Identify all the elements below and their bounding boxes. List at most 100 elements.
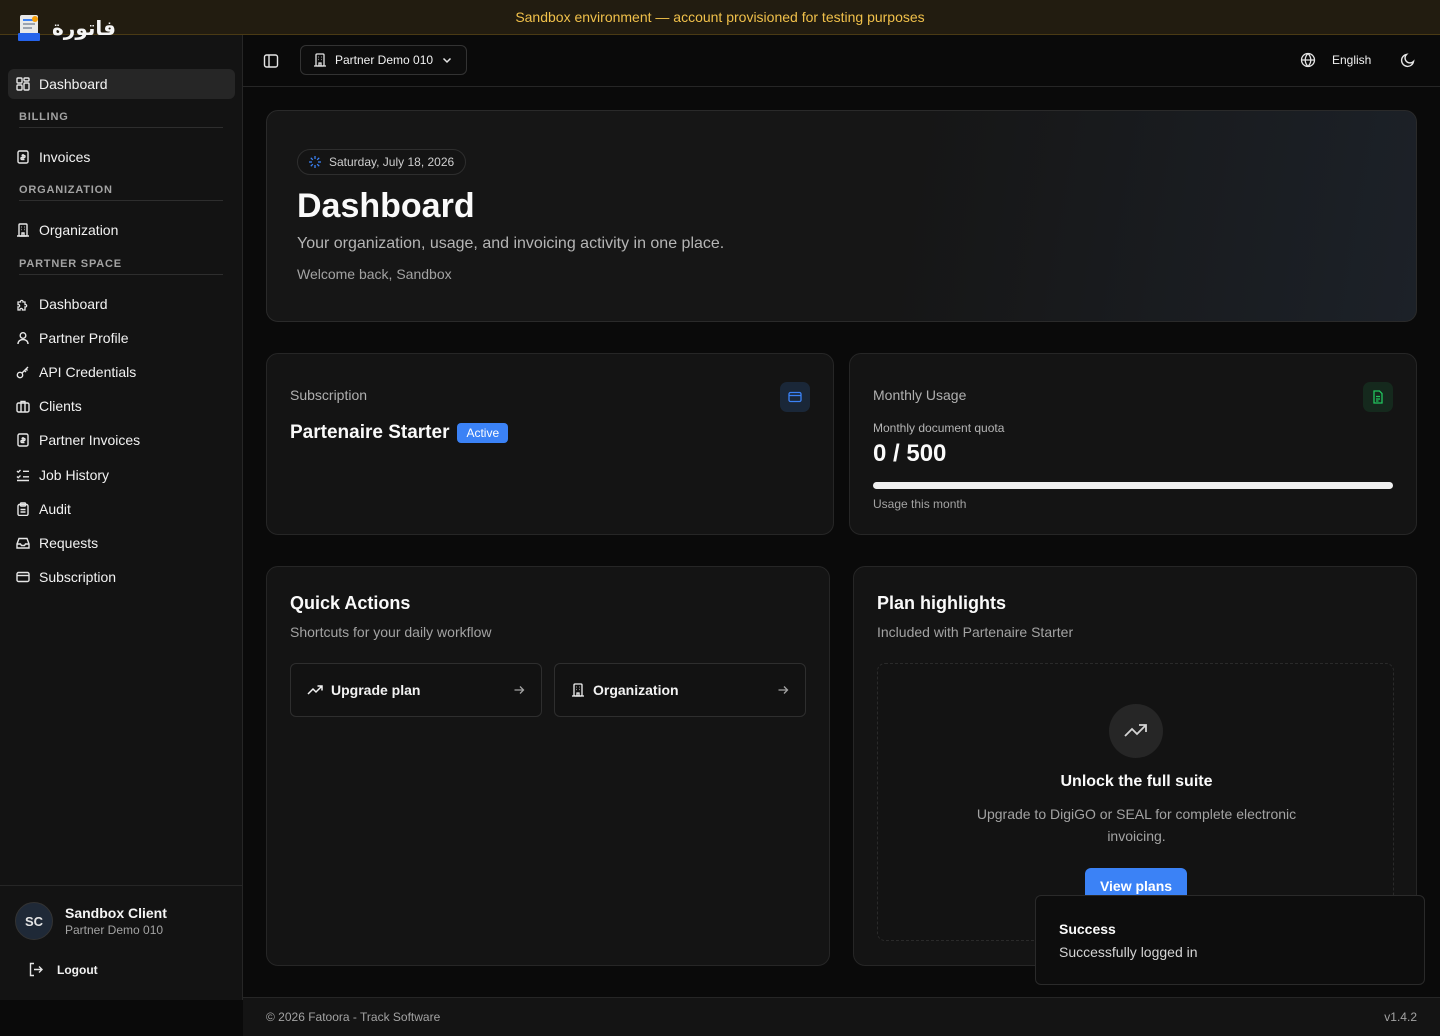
- logout-label: Logout: [57, 962, 98, 977]
- empty-state-description: Upgrade to DigiGO or SEAL for complete e…: [976, 806, 1297, 844]
- section-label-billing: BILLING: [19, 111, 69, 124]
- sidebar: فاتورة Dashboard BILLING Invoices ORGANI…: [0, 15, 243, 1000]
- section-label-partner-space: PARTNER SPACE: [19, 257, 122, 270]
- banner-text: Sandbox environment — account provisione…: [515, 9, 925, 25]
- sidebar-item-label: Invoices: [39, 149, 91, 166]
- date-pill: Saturday, July 18, 2026: [297, 149, 467, 175]
- sidebar-item-label: Partner Profile: [39, 329, 129, 346]
- sidebar-toggle-icon[interactable]: [263, 53, 279, 69]
- sidebar-item-label: API Credentials: [39, 363, 137, 380]
- sidebar-item-label: Clients: [39, 398, 82, 415]
- copyright: © 2026 Fatoora - Track Software: [266, 1010, 441, 1024]
- document-logo-icon: [16, 13, 44, 43]
- sidebar-item-partner-invoices[interactable]: Partner Invoices: [8, 425, 235, 455]
- upgrade-plan-button[interactable]: Upgrade plan: [290, 663, 542, 717]
- toast-message: Successfully logged in: [1059, 944, 1198, 960]
- building-icon: [571, 683, 585, 697]
- credit-card-icon: [16, 570, 30, 584]
- page-title: Dashboard: [297, 187, 475, 225]
- building-icon: [16, 223, 30, 238]
- quick-actions-subtitle: Shortcuts for your daily workflow: [290, 624, 492, 640]
- quick-actions-card: Quick Actions Shortcuts for your daily w…: [266, 566, 830, 966]
- subscription-label: Subscription: [290, 387, 368, 403]
- user-org: Partner Demo 010: [65, 923, 164, 937]
- sidebar-item-label: Organization: [39, 222, 119, 239]
- toast-title: Success: [1059, 921, 1116, 937]
- briefcase-icon: [16, 399, 30, 413]
- sparkle-icon: [308, 155, 322, 169]
- plan-highlights-title: Plan highlights: [877, 593, 1006, 613]
- sidebar-item-audit[interactable]: Audit: [8, 494, 235, 524]
- usage-label: Monthly Usage: [873, 387, 967, 403]
- organization-button[interactable]: Organization: [554, 663, 806, 717]
- date-text: Saturday, July 18, 2026: [329, 155, 455, 169]
- user-name: Sandbox Client: [65, 905, 167, 921]
- document-icon: [1363, 382, 1393, 412]
- sidebar-item-label: Audit: [39, 500, 71, 517]
- sidebar-item-invoices[interactable]: Invoices: [8, 142, 235, 172]
- sidebar-item-partner-dashboard[interactable]: Dashboard: [8, 289, 235, 319]
- sidebar-item-label: Dashboard: [39, 295, 108, 312]
- dashboard-hero: Saturday, July 18, 2026 Dashboard Your o…: [266, 110, 1417, 322]
- sidebar-item-partner-profile[interactable]: Partner Profile: [8, 323, 235, 353]
- brand-name: فاتورة: [52, 17, 116, 40]
- section-label-organization: ORGANIZATION: [19, 184, 113, 197]
- sidebar-item-label: Job History: [39, 466, 110, 483]
- section-divider: [19, 273, 223, 275]
- quota-value: 0 / 500: [873, 440, 947, 467]
- plan-name: Partenaire Starter Active: [290, 422, 509, 444]
- section-divider: [19, 200, 223, 202]
- chevron-down-icon: [441, 54, 453, 66]
- footer: © 2026 Fatoora - Track Software v1.4.2: [243, 997, 1440, 1036]
- user-panel[interactable]: SC Sandbox Client Partner Demo 010 Logou…: [0, 885, 242, 1000]
- puzzle-icon: [16, 297, 30, 311]
- success-toast[interactable]: Success Successfully logged in: [1035, 895, 1425, 985]
- plan-highlights-subtitle: Included with Partenaire Starter: [877, 624, 1074, 640]
- version-label: v1.4.2: [1384, 1010, 1417, 1024]
- org-switcher[interactable]: Partner Demo 010: [300, 45, 467, 75]
- key-icon: [16, 365, 30, 379]
- upgrade-plan-label: Upgrade plan: [331, 682, 421, 698]
- clipboard-icon: [16, 501, 30, 516]
- language-label: English: [1332, 53, 1372, 67]
- sidebar-item-label: Partner Invoices: [39, 432, 141, 449]
- quick-actions-title: Quick Actions: [290, 593, 411, 613]
- sidebar-item-subscription[interactable]: Subscription: [8, 562, 235, 592]
- sidebar-item-organization[interactable]: Organization: [8, 215, 235, 245]
- welcome-text: Welcome back, Sandbox: [297, 266, 452, 282]
- sidebar-item-dashboard[interactable]: Dashboard: [8, 69, 235, 99]
- logout-button[interactable]: Logout: [28, 962, 98, 977]
- empty-state-title: Unlock the full suite: [1060, 773, 1213, 790]
- organization-button-label: Organization: [593, 682, 679, 698]
- arrow-right-icon: [513, 684, 525, 696]
- invoice-icon: [16, 150, 30, 164]
- status-badge: Active: [457, 423, 509, 443]
- topbar: Partner Demo 010 English: [243, 35, 1440, 87]
- org-switcher-label: Partner Demo 010: [335, 53, 434, 67]
- sidebar-nav: Dashboard BILLING Invoices ORGANIZATION …: [8, 69, 235, 596]
- sidebar-item-label: Requests: [39, 534, 99, 551]
- language-switcher[interactable]: English: [1300, 52, 1371, 68]
- trending-up-icon: [1109, 704, 1163, 758]
- globe-icon: [1300, 52, 1316, 68]
- sidebar-item-job-history[interactable]: Job History: [8, 460, 235, 490]
- trending-up-icon: [307, 683, 323, 697]
- logout-icon: [28, 962, 43, 977]
- moon-icon[interactable]: [1400, 52, 1416, 68]
- sidebar-item-label: Dashboard: [39, 76, 108, 92]
- invoice-icon: [16, 433, 30, 448]
- inbox-icon: [16, 536, 30, 550]
- user-icon: [16, 331, 30, 345]
- plan-name-text: Partenaire Starter: [290, 422, 450, 443]
- quota-progress-bar: [873, 482, 1393, 489]
- brand-logo[interactable]: فاتورة: [16, 13, 116, 43]
- section-divider: [19, 127, 223, 129]
- sidebar-item-label: Subscription: [39, 569, 117, 586]
- arrow-right-icon: [777, 684, 789, 696]
- sidebar-item-requests[interactable]: Requests: [8, 528, 235, 558]
- building-icon: [313, 53, 327, 67]
- avatar[interactable]: SC: [15, 902, 53, 940]
- sidebar-item-api-credentials[interactable]: API Credentials: [8, 357, 235, 387]
- monthly-usage-card: Monthly Usage Monthly document quota 0 /…: [849, 353, 1417, 535]
- sidebar-item-clients[interactable]: Clients: [8, 391, 235, 421]
